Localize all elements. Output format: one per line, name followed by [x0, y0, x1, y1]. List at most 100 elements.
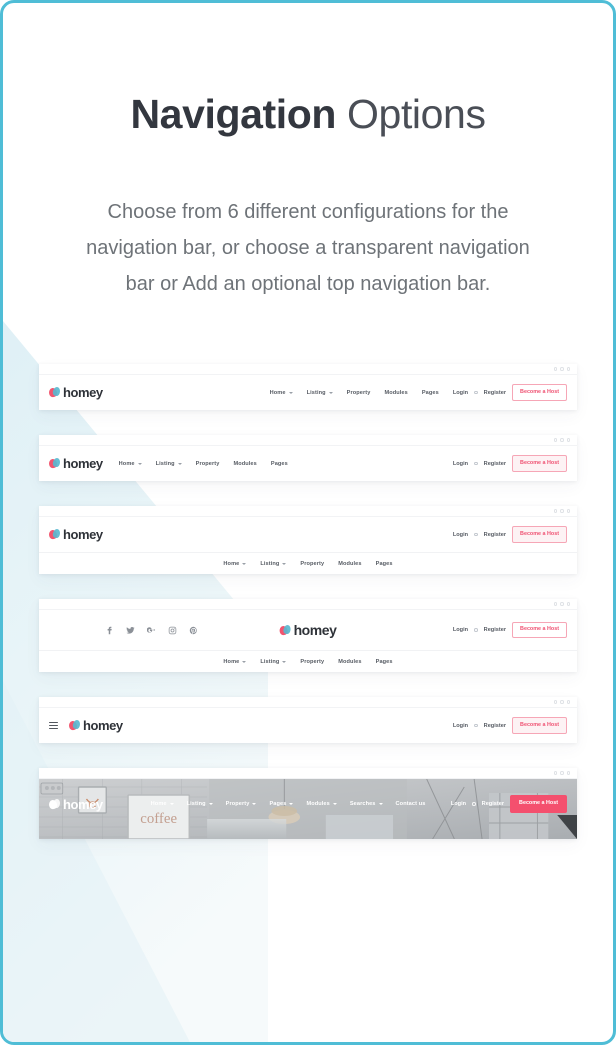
menu-item-pages[interactable]: Pages — [271, 461, 288, 467]
nav-variant-6: coffee homey Home Listing Property Pages… — [39, 768, 577, 840]
window-dot-icon — [553, 367, 557, 371]
brand-name: homey — [63, 796, 103, 812]
menu-item-modules[interactable]: Modules — [338, 659, 361, 665]
mockup-titlebar — [39, 768, 577, 780]
menu-item-pages[interactable]: Pages — [376, 659, 393, 665]
separator-dot-icon — [474, 628, 478, 632]
brand-name: homey — [63, 385, 103, 401]
hero-photo: coffee homey Home Listing Property Pages… — [39, 779, 577, 840]
menu-item-property[interactable]: Property — [226, 801, 257, 807]
menu-item-home[interactable]: Home — [151, 801, 174, 807]
chevron-down-icon — [208, 803, 213, 806]
menu-item-listing[interactable]: Listing — [260, 561, 287, 567]
separator-dot-icon — [474, 390, 478, 395]
register-link[interactable]: Register — [484, 532, 506, 538]
chevron-down-icon — [378, 803, 383, 806]
menu-item-property[interactable]: Property — [300, 659, 324, 665]
google-plus-icon[interactable] — [147, 626, 156, 635]
login-link[interactable]: Login — [453, 461, 468, 467]
menu-item-home[interactable]: Home — [223, 659, 247, 665]
window-dot-icon — [560, 771, 564, 775]
window-dot-icon — [566, 438, 570, 442]
register-link[interactable]: Register — [484, 390, 506, 396]
menu-item-property[interactable]: Property — [347, 390, 371, 396]
menu-item-listing[interactable]: Listing — [307, 390, 333, 396]
brand-logo[interactable]: homey — [68, 718, 123, 733]
brand-logo[interactable]: homey — [48, 385, 103, 401]
become-a-host-button[interactable]: Become a Host — [512, 384, 567, 401]
heart-logo-icon — [48, 457, 61, 469]
window-dot-icon — [566, 602, 570, 606]
menu-item-listing[interactable]: Listing — [260, 659, 287, 665]
menu-item-searches[interactable]: Searches — [350, 801, 383, 807]
register-link[interactable]: Register — [484, 627, 506, 633]
separator-dot-icon — [472, 802, 476, 806]
register-link[interactable]: Register — [484, 723, 506, 729]
window-dot-icon — [553, 602, 557, 606]
brand-logo[interactable]: homey — [278, 622, 337, 639]
chevron-down-icon — [282, 660, 287, 663]
menu-item-home[interactable]: Home — [270, 390, 293, 396]
twitter-icon[interactable] — [126, 626, 135, 635]
instagram-icon[interactable] — [168, 626, 177, 635]
window-dot-icon — [560, 438, 564, 442]
register-link[interactable]: Register — [484, 461, 506, 467]
menu-item-pages[interactable]: Pages — [269, 801, 294, 807]
menu-item-home[interactable]: Home — [223, 561, 247, 567]
menu-item-listing[interactable]: Listing — [187, 801, 213, 807]
heart-logo-icon — [278, 623, 292, 636]
menu-item-pages[interactable]: Pages — [376, 561, 393, 567]
hamburger-menu-icon[interactable] — [49, 722, 58, 730]
brand-name: homey — [63, 456, 103, 472]
brand-name: homey — [293, 622, 337, 639]
login-link[interactable]: Login — [453, 627, 468, 633]
facebook-icon[interactable] — [105, 626, 114, 635]
login-link[interactable]: Login — [453, 723, 468, 729]
chevron-down-icon — [242, 660, 247, 663]
menu-item-property[interactable]: Property — [196, 461, 220, 467]
menu-item-modules[interactable]: Modules — [338, 561, 361, 567]
menu-item-modules[interactable]: Modules — [384, 390, 407, 396]
navbar: homey Home Listing Property Modules Page… — [39, 375, 577, 411]
brand-logo[interactable]: homey — [48, 796, 103, 812]
mockup-titlebar — [39, 599, 577, 611]
page-subtitle: Choose from 6 different configurations f… — [86, 201, 530, 296]
chevron-down-icon — [169, 803, 174, 806]
login-link[interactable]: Login — [451, 801, 466, 807]
menu-item-contact-us[interactable]: Contact us — [396, 801, 426, 807]
nav-variant-5: homey Login Register Become a Host — [39, 697, 577, 744]
menu-item-home[interactable]: Home — [119, 461, 142, 467]
menu-item-modules[interactable]: Modules — [306, 801, 337, 807]
menu-item-pages[interactable]: Pages — [422, 390, 439, 396]
become-a-host-button[interactable]: Become a Host — [512, 621, 567, 639]
pinterest-icon[interactable] — [189, 626, 198, 635]
separator-dot-icon — [474, 723, 478, 728]
page-frame: Navigation Options Choose from 6 differe… — [0, 0, 616, 1045]
page-title-bold: Navigation — [130, 91, 337, 137]
navbar: homey Login Register Become a Host — [39, 517, 577, 553]
account-area: Login Register Become a Host — [453, 384, 567, 401]
become-a-host-button[interactable]: Become a Host — [510, 795, 567, 813]
login-link[interactable]: Login — [453, 532, 468, 538]
main-menu: Home Listing Property Modules Pages — [119, 461, 288, 467]
window-dot-icon — [560, 367, 564, 371]
menu-item-modules[interactable]: Modules — [233, 461, 256, 467]
become-a-host-button[interactable]: Become a Host — [512, 717, 567, 734]
register-link[interactable]: Register — [482, 801, 504, 807]
secondary-navbar: Home Listing Property Modules Pages — [39, 650, 577, 673]
page-title-light: Options — [347, 91, 486, 137]
become-a-host-button[interactable]: Become a Host — [512, 526, 567, 543]
mockup-titlebar — [39, 506, 577, 518]
login-link[interactable]: Login — [453, 390, 468, 396]
navbar: homey Login Register Become a Host — [39, 708, 577, 744]
window-dot-icon — [560, 700, 564, 704]
chevron-down-icon — [137, 462, 142, 465]
brand-logo[interactable]: homey — [48, 456, 103, 472]
window-dot-icon — [553, 700, 557, 704]
account-area: Login Register Become a Host — [451, 795, 567, 813]
brand-logo[interactable]: homey — [48, 527, 103, 542]
chevron-down-icon — [288, 391, 293, 394]
become-a-host-button[interactable]: Become a Host — [512, 455, 567, 472]
menu-item-property[interactable]: Property — [300, 561, 324, 567]
menu-item-listing[interactable]: Listing — [156, 461, 182, 467]
